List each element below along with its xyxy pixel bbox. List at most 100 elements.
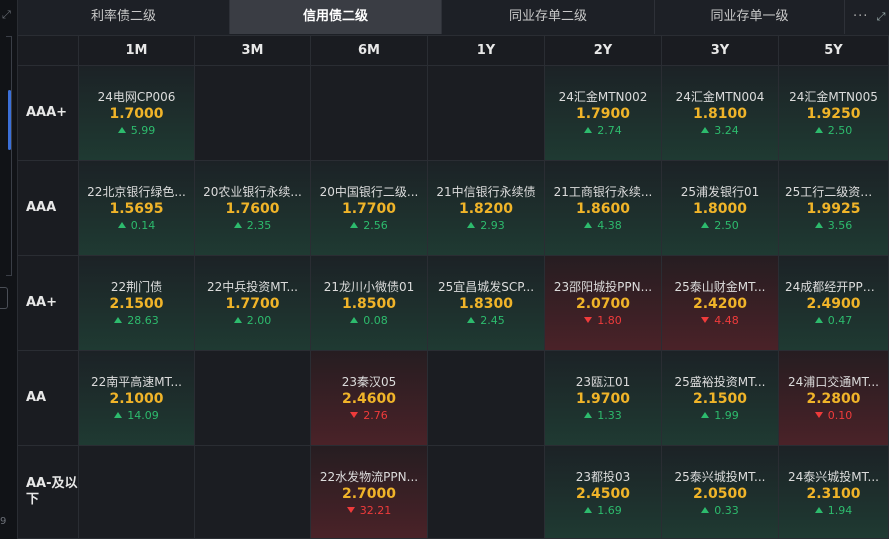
bond-change-value: 5.99 — [130, 124, 156, 137]
bond-cell[interactable]: 21工商银行永续... 1.8600 4.38 — [545, 161, 662, 256]
bond-cell[interactable]: 23都投03 2.4500 1.69 — [545, 446, 662, 539]
bond-name: 24电网CP006 — [97, 90, 176, 104]
bond-yield: 1.9250 — [806, 106, 861, 122]
bond-cell[interactable]: 22水发物流PPN... 2.7000 32.21 — [311, 446, 428, 539]
triangle-up-icon — [701, 127, 710, 133]
expand-icon[interactable]: ⤢ — [875, 11, 887, 23]
bond-change: 2.76 — [311, 409, 427, 422]
bond-change-value: 1.94 — [827, 504, 853, 517]
expand-icon[interactable]: ⤢ — [2, 9, 14, 21]
bond-change-value: 1.80 — [597, 314, 622, 327]
triangle-up-icon — [814, 127, 823, 133]
bond-change: 32.21 — [311, 504, 427, 517]
bond-cell[interactable]: 20农业银行永续... 1.7600 2.35 — [195, 161, 311, 256]
bond-cell[interactable]: 25泰兴城投MT... 2.0500 0.33 — [662, 446, 779, 539]
bond-cell[interactable]: 25工行二级资本... 1.9925 3.56 — [779, 161, 889, 256]
bond-cell[interactable]: 24浦口交通MT... 2.2800 0.10 — [779, 351, 889, 446]
bond-cell[interactable]: 22北京银行绿色... 1.5695 0.14 — [79, 161, 195, 256]
bond-change-value: 0.14 — [130, 219, 156, 232]
bond-yield: 2.0700 — [575, 296, 631, 312]
bond-cell[interactable]: 21中信银行永续债 1.8200 2.93 — [428, 161, 545, 256]
bond-change: 0.33 — [662, 504, 778, 517]
bond-change-value: 3.56 — [827, 219, 853, 232]
bond-cell[interactable]: 24电网CP006 1.7000 5.99 — [79, 66, 195, 161]
bond-name: 25工行二级资本... — [785, 185, 884, 199]
bond-change: 2.45 — [428, 314, 544, 327]
bond-change: 28.63 — [79, 314, 194, 327]
bond-yield: 2.4200 — [692, 296, 748, 312]
bond-yield: 2.4600 — [341, 391, 397, 407]
column-header-6M[interactable]: 6M — [311, 36, 428, 66]
bond-name: 23都投03 — [575, 470, 631, 484]
bond-cell[interactable]: 24成都经开PPN... 2.4900 0.47 — [779, 256, 889, 351]
bond-cell[interactable]: 24汇金MTN005 1.9250 2.50 — [779, 66, 889, 161]
bond-change-value: 2.35 — [246, 219, 272, 232]
column-header-2Y[interactable]: 2Y — [545, 36, 662, 66]
bond-cell[interactable]: 25泰山财金MT... 2.4200 4.48 — [662, 256, 779, 351]
bond-name: 23秦汉05 — [341, 375, 397, 389]
empty-cell — [79, 446, 195, 539]
column-header-1Y[interactable]: 1Y — [428, 36, 545, 66]
triangle-up-icon — [814, 222, 823, 228]
bond-cell[interactable]: 22荆门债 2.1500 28.63 — [79, 256, 195, 351]
bond-name: 21龙川小微债01 — [323, 280, 415, 294]
bond-change: 1.94 — [779, 504, 888, 517]
bond-change: 2.00 — [195, 314, 310, 327]
bond-change: 2.35 — [195, 219, 310, 232]
bond-cell[interactable]: 23秦汉05 2.4600 2.76 — [311, 351, 428, 446]
bond-change: 0.14 — [79, 219, 194, 232]
bond-cell[interactable]: 22中兵投资MT... 1.7700 2.00 — [195, 256, 311, 351]
triangle-down-icon — [346, 507, 355, 513]
empty-cell — [428, 66, 545, 161]
triangle-up-icon — [350, 222, 359, 228]
tab-3[interactable]: 同业存单一级 — [655, 0, 845, 34]
bond-yield: 1.8600 — [575, 201, 631, 217]
bond-cell[interactable]: 23瓯江01 1.9700 1.33 — [545, 351, 662, 446]
bond-name: 24汇金MTN005 — [789, 90, 878, 104]
column-header-1M[interactable]: 1M — [79, 36, 195, 66]
bond-change: 4.38 — [545, 219, 661, 232]
tab-0[interactable]: 利率债二级 — [18, 0, 230, 34]
bond-name: 22北京银行绿色... — [87, 185, 186, 199]
empty-cell — [428, 351, 545, 446]
scrollbar[interactable] — [8, 90, 11, 150]
bond-cell[interactable]: 25盛裕投资MT... 2.1500 1.99 — [662, 351, 779, 446]
bond-change-value: 2.00 — [246, 314, 272, 327]
tab-1[interactable]: 信用债二级 — [230, 0, 442, 34]
bond-yield: 2.1500 — [692, 391, 748, 407]
empty-cell — [195, 446, 311, 539]
credit-bond-matrix: 1M 3M 6M 1Y 2Y 3Y 5Y AAA+ 24电网CP006 1.7000 5.99 24汇… — [18, 36, 889, 539]
column-header-3Y[interactable]: 3Y — [662, 36, 779, 66]
bond-cell[interactable]: 23邵阳城投PPN... 2.0700 1.80 — [545, 256, 662, 351]
bond-name: 20中国银行二级... — [319, 185, 419, 199]
triangle-up-icon — [814, 317, 823, 323]
bond-yield: 1.8200 — [458, 201, 514, 217]
bond-change-value: 2.45 — [480, 314, 505, 327]
bond-cell[interactable]: 24汇金MTN002 1.7900 2.74 — [545, 66, 662, 161]
column-header-5Y[interactable]: 5Y — [779, 36, 889, 66]
bond-cell[interactable]: 20中国银行二级... 1.7700 2.56 — [311, 161, 428, 256]
bond-cell[interactable]: 25宜昌城发SCP... 1.8300 2.45 — [428, 256, 545, 351]
more-icon[interactable]: ··· — [853, 0, 868, 34]
more-tabs-button[interactable]: ··· ⤢ — [845, 0, 889, 34]
bond-change: 1.33 — [545, 409, 661, 422]
bond-yield: 2.4900 — [806, 296, 861, 312]
bond-change-value: 0.47 — [827, 314, 853, 327]
bond-cell[interactable]: 25浦发银行01 1.8000 2.50 — [662, 161, 779, 256]
bond-change-value: 2.74 — [597, 124, 622, 137]
bond-name: 24汇金MTN004 — [675, 90, 765, 104]
triangle-up-icon — [584, 127, 593, 133]
bond-change-value: 32.21 — [359, 504, 392, 517]
bond-cell[interactable]: 24汇金MTN004 1.8100 3.24 — [662, 66, 779, 161]
bond-cell[interactable]: 24泰兴城投MT... 2.3100 1.94 — [779, 446, 889, 539]
triangle-up-icon — [233, 222, 242, 228]
bond-yield: 2.0500 — [692, 486, 748, 502]
tab-2[interactable]: 同业存单二级 — [442, 0, 655, 34]
panel-handle[interactable] — [0, 287, 8, 309]
bond-name: 21工商银行永续... — [553, 185, 653, 199]
bond-yield: 1.8100 — [692, 106, 748, 122]
column-header-3M[interactable]: 3M — [195, 36, 311, 66]
bond-name: 24泰兴城投MT... — [788, 470, 879, 484]
bond-cell[interactable]: 21龙川小微债01 1.8500 0.08 — [311, 256, 428, 351]
bond-cell[interactable]: 22南平高速MT... 2.1000 14.09 — [79, 351, 195, 446]
